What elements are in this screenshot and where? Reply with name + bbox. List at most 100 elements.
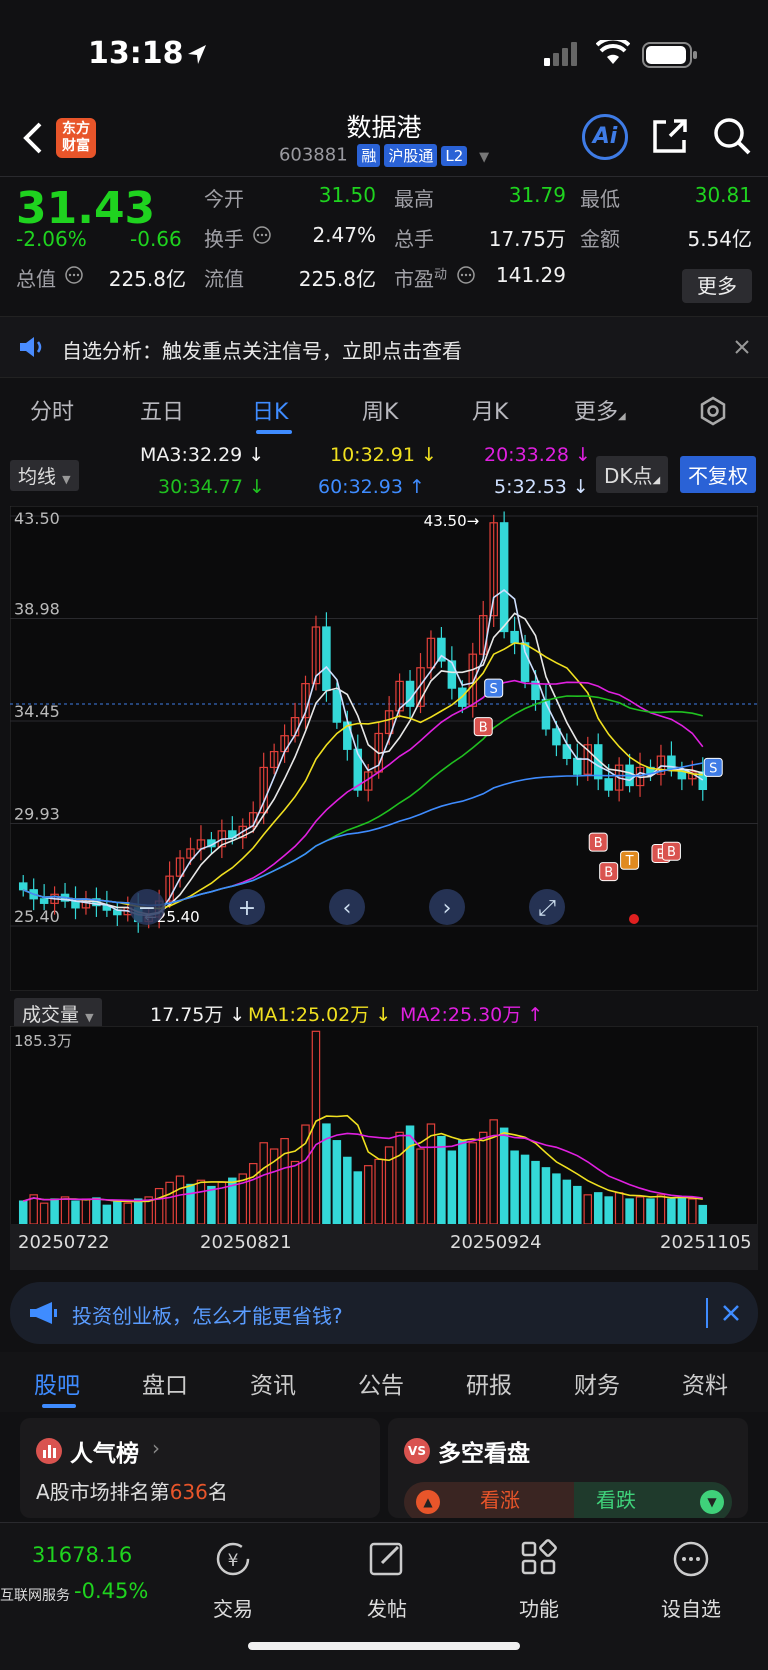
amount-label: 金额 xyxy=(580,227,620,251)
tab-news[interactable]: 资讯 xyxy=(250,1366,296,1400)
signal-marker-label: B xyxy=(479,721,488,736)
tab-order-book[interactable]: 盘口 xyxy=(142,1366,188,1400)
open-value: 31.50 xyxy=(318,183,376,207)
nav-functions[interactable]: 功能 xyxy=(489,1593,589,1622)
speaker-icon xyxy=(20,337,42,357)
volume-bar xyxy=(113,1201,122,1225)
pe-label: 市盈动 xyxy=(394,267,448,291)
tab-five-day[interactable]: 五日 xyxy=(140,394,184,426)
candle-body xyxy=(447,660,457,689)
search-icon[interactable] xyxy=(712,116,752,156)
bear-button[interactable]: 看跌 xyxy=(596,1484,636,1513)
bull-button[interactable]: 看涨 xyxy=(480,1484,520,1513)
chevron-right-icon: › xyxy=(152,1436,160,1460)
volume-bar xyxy=(447,1150,457,1225)
section-tabs: 股吧 盘口 资讯 公告 研报 财务 资料 xyxy=(0,1352,768,1412)
caret-down-icon[interactable]: ▼ xyxy=(479,150,489,165)
info-icon[interactable] xyxy=(64,265,84,285)
popularity-card[interactable]: 人气榜 › A股市场排名第636名 xyxy=(20,1418,380,1518)
high-value: 31.79 xyxy=(508,183,566,207)
chart-background xyxy=(10,506,758,991)
tab-intraday[interactable]: 分时 xyxy=(30,394,74,426)
divider xyxy=(706,1298,708,1328)
date-tick: 20250924 xyxy=(450,1232,542,1253)
date-tick: 20251105 xyxy=(660,1232,752,1253)
volume-dropdown[interactable]: 成交量 ▼ xyxy=(14,998,102,1029)
ad-text[interactable]: 投资创业板，怎么才能更省钱? xyxy=(72,1300,343,1329)
volume-bar xyxy=(332,1140,342,1225)
nav-trade[interactable]: 交易 xyxy=(183,1593,283,1622)
tab-research[interactable]: 研报 xyxy=(466,1366,512,1400)
status-time: 13:18 xyxy=(88,36,184,71)
bull-bear-card[interactable]: VS 多空看盘 ▲ 看涨 看跌 ▼ xyxy=(388,1418,748,1518)
signal-marker-label: S xyxy=(490,682,498,697)
sector-name[interactable]: 互联网服务 xyxy=(0,1585,70,1605)
nav-post[interactable]: 发帖 xyxy=(337,1593,437,1622)
volume-bar xyxy=(573,1185,582,1225)
rank-line: A股市场排名第636名 xyxy=(36,1480,228,1504)
vote-bar xyxy=(404,1482,732,1518)
notice-bar[interactable]: 自选分析：触发重点关注信号，立即点击查看 xyxy=(0,316,768,378)
post-icon[interactable] xyxy=(362,1539,412,1579)
trade-icon[interactable]: ¥ xyxy=(208,1539,258,1579)
sector-index-value[interactable]: 31678.16 xyxy=(32,1543,132,1567)
dk-point-button[interactable]: DK点◢ xyxy=(596,456,669,493)
volume-legend: 成交量 ▼ 17.75万 ↓ MA1:25.02万 ↓ MA2:25.30万 ↑ xyxy=(0,994,768,1029)
signal-marker-label: B xyxy=(667,845,676,860)
ma10-value: 10:32.91 ↓ xyxy=(330,444,437,466)
candlestick-chart[interactable]: 43.5038.9834.4529.9325.4043.50→←25.40SBB… xyxy=(10,506,758,991)
notice-text[interactable]: 自选分析：触发重点关注信号，立即点击查看 xyxy=(62,335,462,364)
app-logo: 东方财富 xyxy=(56,118,96,158)
megaphone-icon xyxy=(30,1302,57,1324)
bear-arrow-icon[interactable]: ▼ xyxy=(700,1490,724,1514)
tab-financials[interactable]: 财务 xyxy=(574,1366,620,1400)
pan-right-icon-glyph: › xyxy=(443,896,452,921)
y-tick-label: 43.50 xyxy=(14,509,60,528)
signal-marker-label: B xyxy=(594,836,603,851)
back-icon[interactable] xyxy=(20,118,48,158)
tab-daily[interactable]: 日K xyxy=(252,394,288,426)
functions-icon[interactable] xyxy=(514,1539,564,1579)
volume-bar xyxy=(353,1171,363,1225)
volume-bar xyxy=(541,1167,551,1225)
bull-arrow-icon[interactable]: ▲ xyxy=(416,1490,440,1514)
tab-profile[interactable]: 资料 xyxy=(682,1366,728,1400)
volume-ma2: MA2:25.30万 ↑ xyxy=(400,1004,544,1026)
close-icon[interactable] xyxy=(734,339,750,355)
indicator-dropdown[interactable]: 均线 ▼ xyxy=(10,460,79,491)
candle-body xyxy=(332,689,342,723)
volume-bar xyxy=(593,1192,603,1225)
volume-bar xyxy=(207,1185,216,1225)
watchlist-icon[interactable] xyxy=(666,1539,716,1579)
share-icon[interactable] xyxy=(650,116,690,156)
ad-banner[interactable]: 投资创业板，怎么才能更省钱? xyxy=(10,1282,758,1344)
volume-bar xyxy=(437,1135,446,1225)
tab-announcements[interactable]: 公告 xyxy=(358,1366,404,1400)
turnover-label: 换手 xyxy=(204,227,244,251)
volume-label: 总手 xyxy=(394,227,434,251)
more-button[interactable]: 更多 xyxy=(682,269,752,303)
info-icon[interactable] xyxy=(456,265,476,285)
pe-value: 141.29 xyxy=(496,263,566,287)
date-axis: 20250722 20250821 20250924 20251105 xyxy=(10,1224,758,1270)
sector-change[interactable]: -0.45% xyxy=(74,1579,148,1603)
settings-icon[interactable] xyxy=(698,396,728,426)
volume-bar xyxy=(531,1160,540,1225)
tab-weekly[interactable]: 周K xyxy=(362,394,398,426)
signal-marker-label: S xyxy=(709,761,717,776)
adjust-button[interactable]: 不复权 xyxy=(680,456,756,493)
tab-forum[interactable]: 股吧 xyxy=(34,1366,80,1400)
volume-bar xyxy=(186,1183,195,1225)
volume-bar xyxy=(667,1198,676,1225)
float-cap-value: 225.8亿 xyxy=(298,267,376,291)
ai-button[interactable]: Ai xyxy=(582,114,628,160)
close-icon[interactable] xyxy=(722,1304,740,1322)
volume-ma1: MA1:25.02万 ↓ xyxy=(248,1004,392,1026)
tab-more[interactable]: 更多◢ xyxy=(574,394,626,426)
y-tick-label: 25.40 xyxy=(14,907,60,926)
tab-monthly[interactable]: 月K xyxy=(472,394,508,426)
info-icon[interactable] xyxy=(252,225,272,245)
fullscreen-icon-glyph: ⤢ xyxy=(538,896,556,921)
nav-add-watchlist[interactable]: 设自选 xyxy=(641,1593,741,1622)
low-label: 最低 xyxy=(580,187,620,211)
